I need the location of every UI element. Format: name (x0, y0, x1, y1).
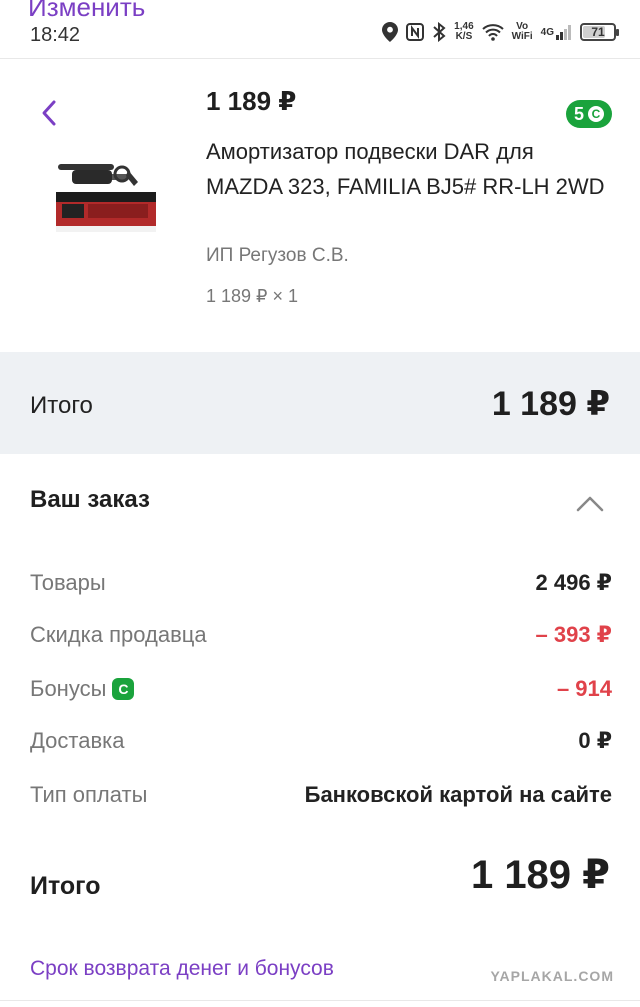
total-value: 1 189 ₽ (491, 385, 610, 423)
product-title[interactable]: Амортизатор подвески DAR для MAZDA 323, … (206, 134, 606, 204)
order-row-goods: Товары 2 496 ₽ (30, 570, 612, 604)
bonus-coin-icon: C (112, 678, 135, 700)
network-speed: 1,46 K/S (454, 21, 474, 42)
row-label: Доставка (30, 728, 125, 753)
bonus-coin-icon: C (588, 106, 604, 122)
cell-signal-icon: 4G (541, 24, 572, 40)
row-label: Тип оплаты (30, 782, 148, 807)
quantity-line: 1 189 ₽ × 1 (206, 286, 299, 306)
vowifi-label: Vo WiFi (511, 21, 533, 42)
row-value: Банковской картой на сайте (304, 782, 612, 807)
chevron-up-icon (576, 496, 604, 512)
row-label: Скидка продавца (30, 622, 207, 647)
status-time: 18:42 (30, 24, 81, 46)
order-row-delivery: Доставка 0 ₽ (30, 728, 612, 762)
row-label: Товары (30, 570, 106, 595)
order-row-payment-type: Тип оплаты Банковской картой на сайте (30, 782, 612, 816)
wifi-icon (481, 23, 504, 41)
back-button[interactable] (36, 98, 66, 128)
nfc-icon (406, 23, 425, 41)
row-value: 0 ₽ (578, 728, 612, 753)
product-image[interactable] (48, 160, 160, 236)
product-price: 1 189 ₽ (206, 86, 297, 116)
order-total-value: 1 189 ₽ (470, 853, 610, 897)
order-row-bonuses: Бонусы C – 914 (30, 676, 612, 710)
location-icon (382, 22, 399, 42)
refund-terms-link[interactable]: Срок возврата денег и бонусов (30, 957, 334, 981)
status-icons: 1,46 K/S Vo WiFi 4G 71 (382, 21, 619, 42)
watermark: YAPLAKAL.COM (490, 968, 614, 984)
row-label: Бонусы C (30, 676, 135, 702)
divider (0, 1000, 640, 1001)
status-bar: 18:42 1,46 K/S Vo WiFi 4G 71 (0, 20, 640, 56)
order-row-seller-discount: Скидка продавца – 393 ₽ (30, 622, 612, 656)
chevron-left-icon (42, 100, 56, 126)
row-value: 2 496 ₽ (535, 570, 612, 595)
collapse-order-button[interactable] (574, 490, 606, 518)
divider (0, 58, 640, 59)
order-section-title: Ваш заказ (30, 486, 150, 513)
order-total-label: Итого (30, 872, 101, 900)
bluetooth-icon (432, 22, 446, 42)
total-label: Итого (30, 392, 93, 419)
seller-name[interactable]: ИП Регузов С.В. (206, 245, 349, 267)
row-value: – 393 ₽ (535, 622, 612, 647)
row-value: – 914 (556, 676, 612, 701)
battery-icon: 71 (580, 23, 619, 41)
total-summary-band: Итого 1 189 ₽ (0, 352, 640, 454)
bonus-badge: 5 C (566, 100, 612, 128)
